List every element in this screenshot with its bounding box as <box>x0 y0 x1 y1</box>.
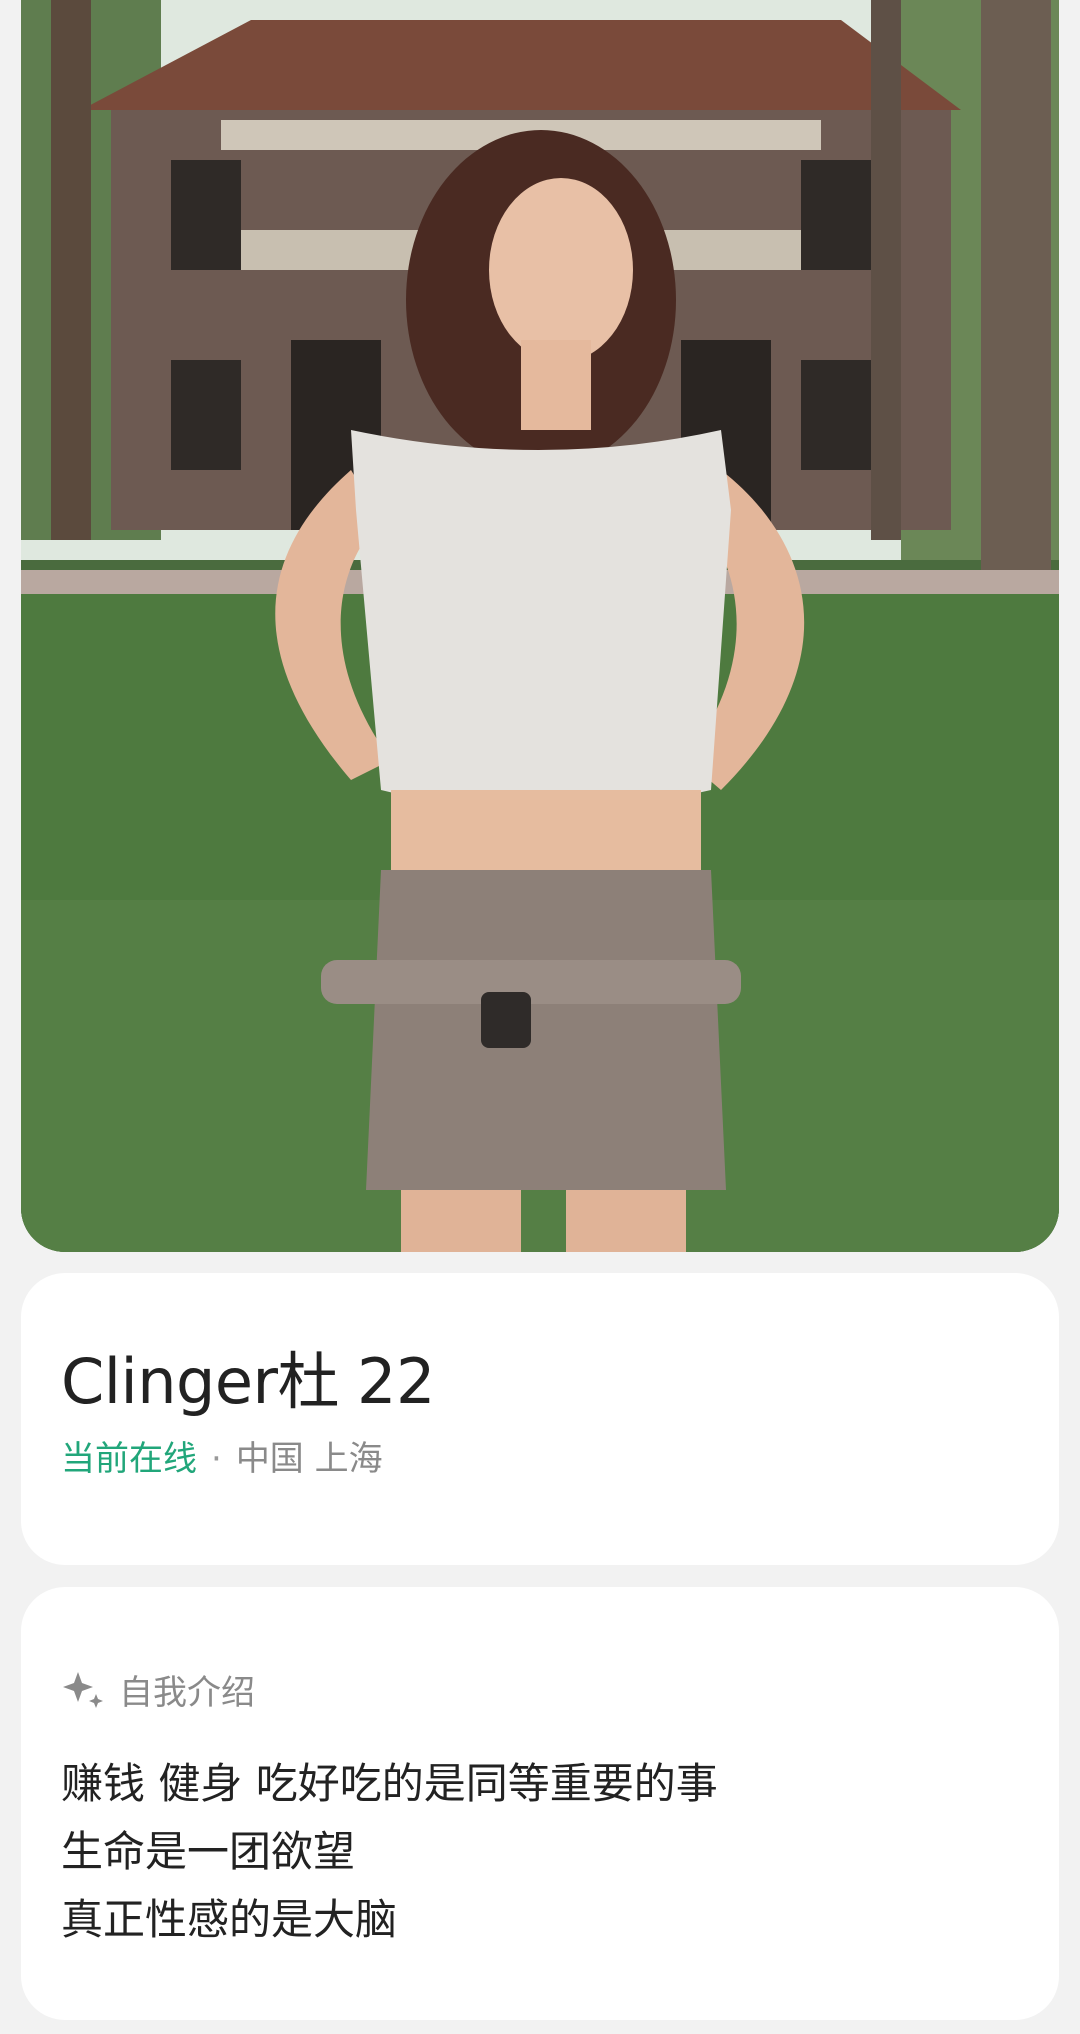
sparkle-icon <box>63 1671 103 1708</box>
bio-card: 自我介绍 赚钱 健身 吃好吃的是同等重要的事 生命是一团欲望 真正性感的是大脑 <box>21 1587 1059 2020</box>
profile-age: 22 <box>357 1345 435 1418</box>
bio-line: 生命是一团欲望 <box>61 1827 356 1876</box>
profile-info-card: Clinger杜 22 当前在线 · 中国 上海 <box>21 1273 1059 1565</box>
bio-line: 真正性感的是大脑 <box>61 1895 398 1944</box>
bio-line: 赚钱 健身 吃好吃的是同等重要的事 <box>61 1759 718 1808</box>
profile-photo-image <box>21 0 1059 1252</box>
bio-title: 自我介绍 <box>119 1673 255 1713</box>
online-status: 当前在线 <box>61 1439 197 1479</box>
profile-photo[interactable] <box>21 0 1059 1252</box>
profile-name: Clinger杜 <box>61 1345 340 1418</box>
bio-text: 赚钱 健身 吃好吃的是同等重要的事 生命是一团欲望 真正性感的是大脑 <box>61 1750 1019 1954</box>
profile-name-row: Clinger杜 22 <box>61 1351 1019 1413</box>
bio-header: 自我介绍 <box>61 1665 1019 1714</box>
profile-meta-row: 当前在线 · 中国 上海 <box>61 1439 1019 1480</box>
separator-dot: · <box>211 1439 222 1479</box>
profile-location: 中国 上海 <box>235 1439 383 1479</box>
